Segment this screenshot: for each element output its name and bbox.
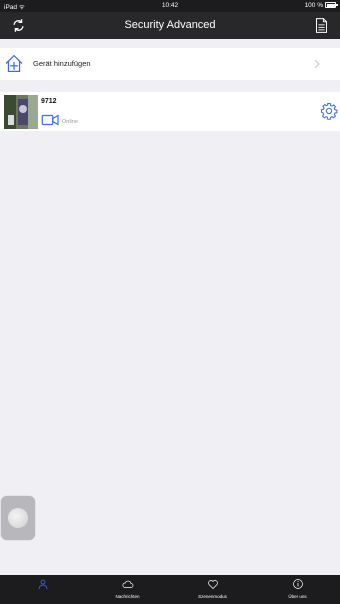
tab-devices[interactable] — [0, 575, 85, 604]
person-icon — [38, 579, 47, 590]
add-device-row[interactable]: Gerät hinzufügen — [0, 48, 340, 80]
tab-messages[interactable]: Nachrichten — [85, 575, 170, 604]
chevron-right-icon — [314, 59, 320, 69]
tab-about-label: Über uns — [288, 594, 307, 599]
add-device-label: Gerät hinzufügen — [33, 59, 91, 68]
battery-icon — [325, 2, 338, 8]
battery-text: 100 % — [304, 1, 323, 9]
tab-about[interactable]: Über uns — [255, 575, 340, 604]
assistive-touch-button[interactable] — [1, 496, 35, 540]
thumbnail-image — [4, 95, 38, 129]
assistive-touch-dot — [8, 508, 28, 528]
add-home-icon — [5, 54, 23, 73]
nav-bar: Security Advanced — [0, 12, 340, 39]
page-title: Security Advanced — [124, 19, 216, 31]
cloud-icon — [122, 580, 133, 588]
camera-thumbnail[interactable] — [4, 95, 38, 129]
device-name: 9712 — [41, 98, 57, 105]
heart-icon — [207, 580, 218, 589]
status-bar: iPad ᯤ 10:42 100 % — [0, 0, 340, 12]
device-status: Online — [62, 119, 78, 125]
device-card[interactable]: 9712 Online — [0, 92, 340, 131]
status-battery: 100 % — [304, 1, 338, 9]
tab-bar: Nachrichten Szenenmodus Über uns — [0, 575, 340, 604]
info-icon — [292, 579, 303, 589]
document-icon[interactable] — [315, 18, 328, 33]
status-time: 10:42 — [161, 2, 179, 9]
tab-messages-label: Nachrichten — [115, 594, 140, 599]
tab-scene-mode-label: Szenenmodus — [198, 594, 227, 599]
tab-scene-mode[interactable]: Szenenmodus — [170, 575, 255, 604]
video-camera-icon[interactable] — [41, 114, 60, 126]
gear-icon[interactable] — [320, 102, 338, 120]
